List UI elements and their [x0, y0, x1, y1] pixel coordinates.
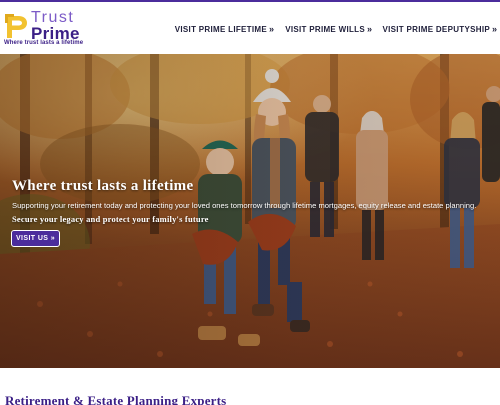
nav-link-prime-wills[interactable]: VISIT PRIME WILLS»: [285, 24, 372, 34]
double-chevron-right-icon: »: [366, 24, 372, 34]
hero-overlay: [0, 54, 500, 368]
double-chevron-right-icon: »: [491, 24, 497, 34]
site-header: Trust Prime Where trust lasts a lifetime…: [0, 2, 500, 54]
logo-mark-icon: [5, 14, 27, 38]
hero-tagline: Secure your legacy and protect your fami…: [12, 214, 209, 224]
nav-link-prime-lifetime[interactable]: VISIT PRIME LIFETIME»: [174, 24, 274, 34]
nav-link-label: VISIT PRIME WILLS: [285, 25, 365, 34]
section-title: Retirement & Estate Planning Experts: [5, 393, 227, 405]
nav-link-label: VISIT PRIME LIFETIME: [174, 25, 267, 34]
nav-link-label: VISIT PRIME DEPUTYSHIP: [382, 25, 490, 34]
hero-subtitle: Supporting your retirement today and pro…: [12, 201, 477, 210]
double-chevron-right-icon: »: [268, 24, 274, 34]
logo-tagline: Where trust lasts a lifetime: [4, 40, 84, 46]
trust-prime-logo[interactable]: Trust Prime Where trust lasts a lifetime: [4, 9, 94, 50]
hero-banner: Where trust lasts a lifetime Supporting …: [0, 54, 500, 368]
hero-title: Where trust lasts a lifetime: [12, 178, 194, 194]
nav-link-prime-deputyship[interactable]: VISIT PRIME DEPUTYSHIP»: [382, 24, 497, 34]
visit-us-button[interactable]: VISIT US »: [11, 230, 60, 247]
